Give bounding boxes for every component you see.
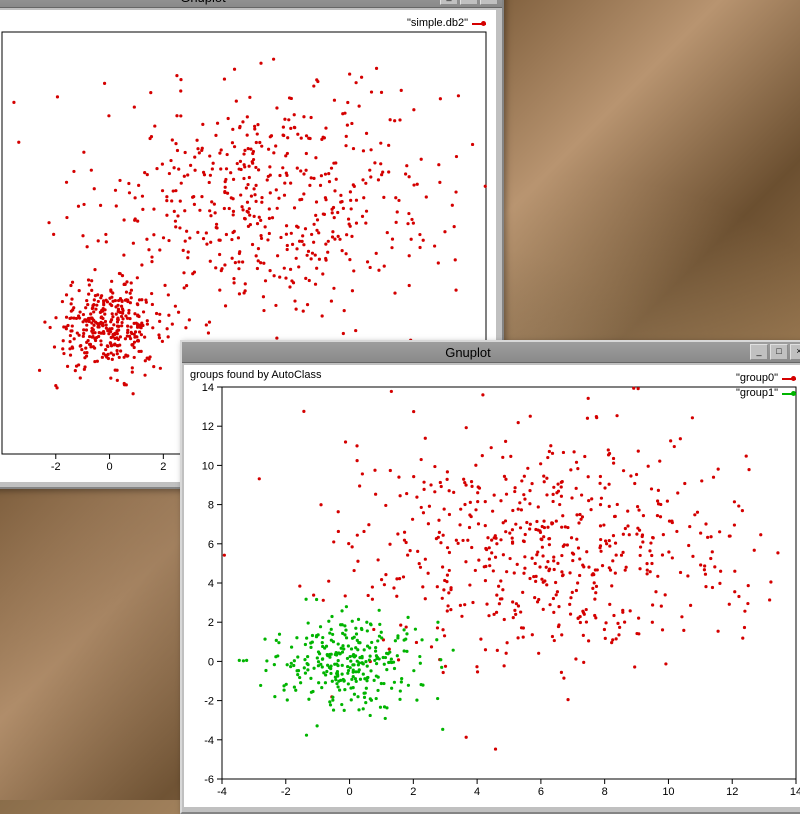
minimize-button[interactable]: _: [750, 344, 768, 360]
legend-label: "group1": [736, 386, 778, 401]
legend-swatch-icon: [472, 23, 486, 25]
scatter-plot: -4-202468101214-6-4-202468101214: [184, 365, 800, 807]
svg-text:4: 4: [208, 578, 214, 590]
svg-text:6: 6: [538, 786, 544, 798]
svg-text:0: 0: [208, 656, 214, 668]
legend-label: "group0": [736, 371, 778, 386]
titlebar[interactable]: Gnuplot _ □ ×: [182, 342, 800, 363]
gnuplot-window-2[interactable]: Gnuplot _ □ × groups found by AutoClass …: [180, 340, 800, 814]
svg-text:8: 8: [208, 500, 214, 512]
svg-text:4: 4: [474, 786, 480, 798]
legend: "group0" "group1": [736, 371, 796, 401]
window-title: Gnuplot: [186, 345, 750, 360]
svg-text:2: 2: [160, 461, 166, 473]
svg-text:-6: -6: [204, 774, 214, 786]
svg-text:-2: -2: [281, 786, 291, 798]
legend-label: "simple.db2": [407, 16, 468, 31]
svg-text:14: 14: [202, 382, 214, 394]
svg-text:12: 12: [726, 786, 738, 798]
svg-text:-4: -4: [217, 786, 227, 798]
svg-text:10: 10: [202, 460, 214, 472]
close-button[interactable]: ×: [480, 0, 498, 5]
svg-text:0: 0: [346, 786, 352, 798]
window-title: Gnuplot: [0, 0, 440, 5]
minimize-button[interactable]: _: [440, 0, 458, 5]
plot-area: groups found by AutoClass "group0" "grou…: [184, 365, 800, 807]
titlebar[interactable]: Gnuplot _ □ ×: [0, 0, 502, 8]
close-button[interactable]: ×: [790, 344, 800, 360]
svg-text:12: 12: [202, 421, 214, 433]
svg-text:10: 10: [662, 786, 674, 798]
legend: "simple.db2": [407, 16, 486, 31]
svg-text:14: 14: [790, 786, 800, 798]
svg-text:-2: -2: [51, 461, 61, 473]
svg-text:0: 0: [106, 461, 112, 473]
svg-text:6: 6: [208, 539, 214, 551]
svg-text:-2: -2: [204, 696, 214, 708]
legend-swatch-icon: [782, 393, 796, 395]
svg-text:2: 2: [410, 786, 416, 798]
svg-text:8: 8: [602, 786, 608, 798]
maximize-button[interactable]: □: [460, 0, 478, 5]
plot-title: groups found by AutoClass: [190, 369, 321, 381]
legend-swatch-icon: [782, 378, 796, 380]
svg-text:-4: -4: [204, 735, 214, 747]
svg-text:2: 2: [208, 617, 214, 629]
maximize-button[interactable]: □: [770, 344, 788, 360]
